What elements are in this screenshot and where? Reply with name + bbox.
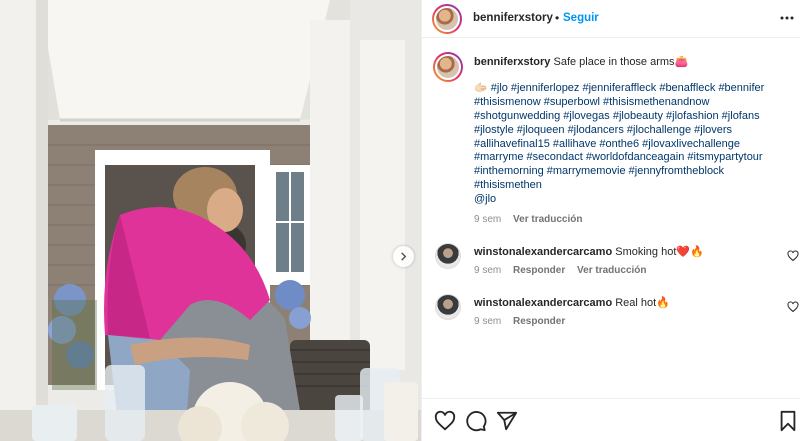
more-options-button[interactable] <box>778 8 796 28</box>
comment-like-heart-icon[interactable] <box>787 301 799 313</box>
follow-button[interactable]: Seguir <box>563 12 599 24</box>
author-avatar[interactable] <box>432 4 462 34</box>
heart-icon[interactable] <box>434 410 456 432</box>
caption-hashtags[interactable]: 🫱🏻 #jlo #jenniferlopez #jenniferaffleck … <box>474 82 794 207</box>
chevron-right-icon <box>401 252 407 261</box>
post-caption: benniferxstory Safe place in those arms👛… <box>474 56 794 227</box>
caption-username[interactable]: benniferxstory <box>474 56 550 68</box>
share-icon[interactable] <box>496 410 518 432</box>
comment-text: Smoking hot❤️🔥 <box>615 246 704 258</box>
comment-text: Real hot🔥 <box>615 297 670 309</box>
comment-like-heart-icon[interactable] <box>787 250 799 262</box>
bookmark-icon[interactable] <box>777 410 799 432</box>
comment-meta: 9 sem Responder Ver traducción <box>474 265 656 276</box>
comment-meta: 9 sem Responder <box>474 316 574 327</box>
comment-body: winstonalexandercarcamo Smoking hot❤️🔥 <box>474 245 704 258</box>
comment-username[interactable]: winstonalexandercarcamo <box>474 297 612 309</box>
caption-translate-link[interactable]: Ver traducción <box>513 214 582 225</box>
comment-time: 9 sem <box>474 265 502 276</box>
caption-text: Safe place in those arms👛 <box>553 56 689 68</box>
post-side-panel: benniferxstory • Seguir benniferxstory S… <box>421 0 800 441</box>
post-header: benniferxstory • Seguir <box>422 0 800 38</box>
more-options-icon <box>780 16 794 20</box>
comment-reply-link[interactable]: Responder <box>513 265 565 276</box>
comment-body: winstonalexandercarcamo Real hot🔥 <box>474 296 670 309</box>
caption-meta: 9 sem Ver traducción <box>474 213 794 227</box>
caption-time: 9 sem <box>474 214 502 226</box>
post-action-bar <box>422 398 800 441</box>
next-image-button[interactable] <box>393 246 414 267</box>
author-username[interactable]: benniferxstory <box>473 12 553 24</box>
header-separator: • <box>555 11 560 25</box>
comment-time: 9 sem <box>474 316 502 327</box>
commenter-avatar[interactable] <box>435 294 461 320</box>
post-image[interactable] <box>0 0 421 441</box>
commenter-avatar[interactable] <box>435 243 461 269</box>
comment-reply-link[interactable]: Responder <box>513 316 565 327</box>
comment-username[interactable]: winstonalexandercarcamo <box>474 246 612 258</box>
caption-author-avatar[interactable] <box>433 52 463 82</box>
comment-translate-link[interactable]: Ver traducción <box>577 265 646 276</box>
comment-icon[interactable] <box>465 410 487 432</box>
